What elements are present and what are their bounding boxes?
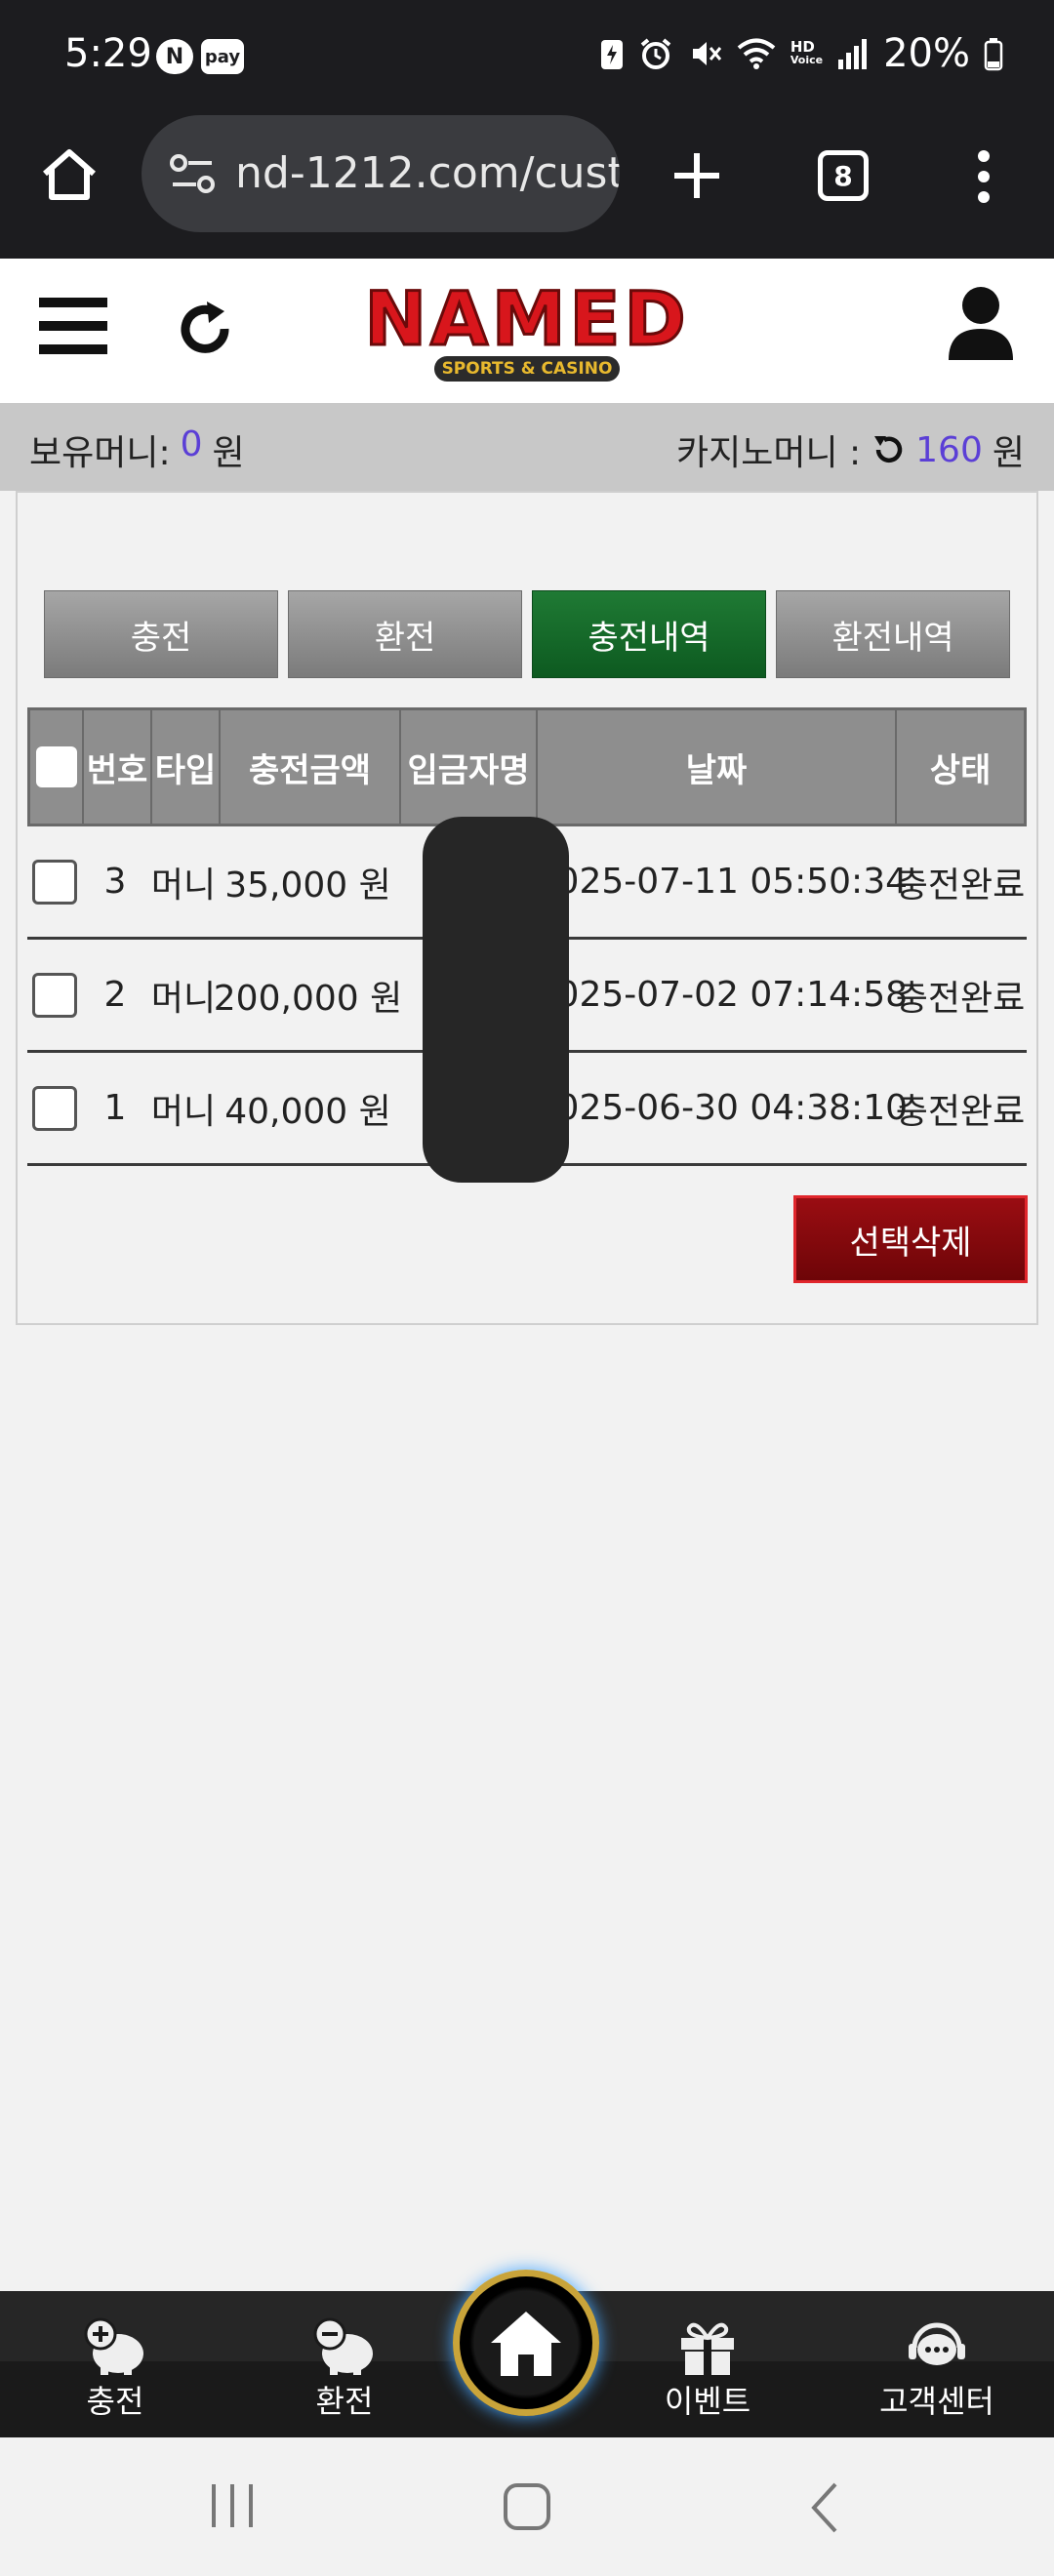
nav-home-button[interactable] [453, 2270, 599, 2416]
row-status: 충전완료 [895, 865, 1026, 906]
hamburger-menu-icon[interactable] [39, 296, 107, 356]
tab-charge-history[interactable]: 충전내역 [532, 590, 766, 678]
row-amount: 200,000 원 [213, 978, 403, 1019]
casino-money-label: 카지노머니 : [675, 433, 862, 473]
row-status: 충전완료 [895, 1091, 1026, 1132]
row-date: 2025-07-02 07:14:58 [535, 975, 908, 1015]
n-badge: N [156, 39, 193, 74]
header-depositor: 입금자명 [401, 710, 538, 824]
holding-money-unit: 원 [212, 433, 245, 473]
header-select-all [30, 710, 84, 824]
more-menu-icon[interactable] [972, 148, 995, 205]
row-type: 머니 [150, 1091, 217, 1132]
tab-exchange-history[interactable]: 환전내역 [776, 590, 1010, 678]
url-text: nd-1212.com/cust [235, 148, 620, 198]
header-number: 번호 [84, 710, 152, 824]
row-amount: 35,000 원 [224, 865, 391, 906]
hd-voice-label: HD Voice [790, 38, 824, 67]
address-bar[interactable]: nd-1212.com/cust [142, 115, 620, 232]
casino-money: 카지노머니 : 160 원 [676, 424, 1025, 475]
casino-money-value: 160 [915, 429, 983, 470]
row-type: 머니 [150, 865, 217, 906]
browser-toolbar: nd-1212.com/cust 8 [0, 112, 1054, 259]
signal-icon [838, 39, 868, 69]
holding-money-label: 보유머니: [29, 433, 171, 473]
tab-charge[interactable]: 충전 [44, 590, 278, 678]
logo-text: NAMED [363, 275, 690, 362]
header-date: 날짜 [538, 710, 897, 824]
nav-charge-label: 충전 [86, 2383, 144, 2420]
home-icon [491, 2312, 561, 2376]
holding-money-value: 0 [180, 424, 203, 464]
header-amount: 충전금액 [221, 710, 401, 824]
tab-exchange[interactable]: 환전 [288, 590, 522, 678]
casino-money-unit: 원 [992, 433, 1025, 473]
content-panel: 충전 환전 충전내역 환전내역 번호 타입 충전금액 입금자명 날짜 상태 3 … [16, 491, 1038, 1325]
casino-refresh-icon[interactable] [871, 432, 906, 467]
site-header: NAMED SPORTS & CASINO [0, 259, 1054, 403]
row-checkbox[interactable] [31, 1085, 77, 1131]
delete-selected-button[interactable]: 선택삭제 [793, 1195, 1028, 1283]
recent-apps-icon[interactable] [208, 2482, 257, 2529]
header-status: 상태 [929, 750, 992, 790]
row-date: 2025-07-11 05:50:34 [535, 862, 908, 902]
nav-event-label: 이벤트 [664, 2383, 751, 2420]
gift-icon [681, 2322, 734, 2375]
row-checkbox-cell [27, 940, 81, 1050]
row-checkbox-cell [27, 1053, 81, 1163]
nav-exchange-label: 환전 [315, 2383, 374, 2420]
status-icons: HD Voice 20% [599, 31, 1003, 76]
row-checkbox-cell [27, 826, 81, 937]
table-header: 번호 타입 충전금액 입금자명 날짜 상태 [27, 707, 1027, 826]
battery-percent: 20% [883, 31, 970, 76]
header-type: 타입 [152, 710, 221, 824]
row-status: 충전완료 [895, 978, 1026, 1019]
back-icon[interactable] [808, 2480, 841, 2535]
new-tab-icon[interactable] [670, 149, 723, 202]
alarm-icon [640, 38, 671, 69]
refresh-icon[interactable] [174, 298, 236, 360]
customer-support-icon [909, 2322, 965, 2365]
row-amount: 40,000 원 [224, 1091, 391, 1132]
holding-money: 보유머니: 0 원 [29, 424, 245, 475]
row-number: 1 [103, 1088, 127, 1128]
row-number: 2 [103, 975, 127, 1015]
mute-icon [692, 42, 722, 65]
piggy-bank-plus-icon [84, 2317, 143, 2375]
row-date: 2025-06-30 04:38:10 [535, 1088, 908, 1128]
tab-switcher-button[interactable]: 8 [818, 150, 869, 201]
site-logo[interactable]: NAMED SPORTS & CASINO [342, 275, 712, 387]
battery-icon [984, 38, 1003, 71]
system-home-icon[interactable] [503, 2482, 551, 2531]
system-nav-bar [0, 2437, 1054, 2576]
site-settings-icon[interactable] [169, 152, 216, 195]
redaction-mark [423, 817, 569, 1183]
nav-support[interactable]: 고객센터 [859, 2291, 1015, 2437]
status-time: 5:29 [64, 31, 152, 76]
balance-bar: 보유머니: 0 원 카지노머니 : 160 원 [0, 403, 1054, 491]
home-icon[interactable] [39, 144, 100, 205]
row-checkbox[interactable] [31, 972, 77, 1018]
piggy-bank-minus-icon [313, 2317, 373, 2375]
user-account-icon[interactable] [947, 286, 1015, 360]
row-checkbox[interactable] [31, 859, 77, 905]
nav-charge[interactable]: 충전 [37, 2291, 193, 2437]
row-type: 머니 [150, 978, 217, 1019]
status-bar: 5:29 N pay HD Voice 20% [0, 0, 1054, 112]
row-number: 3 [103, 862, 127, 902]
nav-event[interactable]: 이벤트 [629, 2291, 786, 2437]
logo-subtitle: SPORTS & CASINO [434, 356, 620, 382]
battery-saver-icon [600, 40, 623, 69]
select-all-checkbox[interactable] [35, 746, 77, 787]
pay-badge: pay [201, 39, 244, 74]
nav-exchange[interactable]: 환전 [266, 2291, 423, 2437]
wifi-icon [737, 38, 776, 69]
nav-support-label: 고객센터 [879, 2383, 994, 2420]
